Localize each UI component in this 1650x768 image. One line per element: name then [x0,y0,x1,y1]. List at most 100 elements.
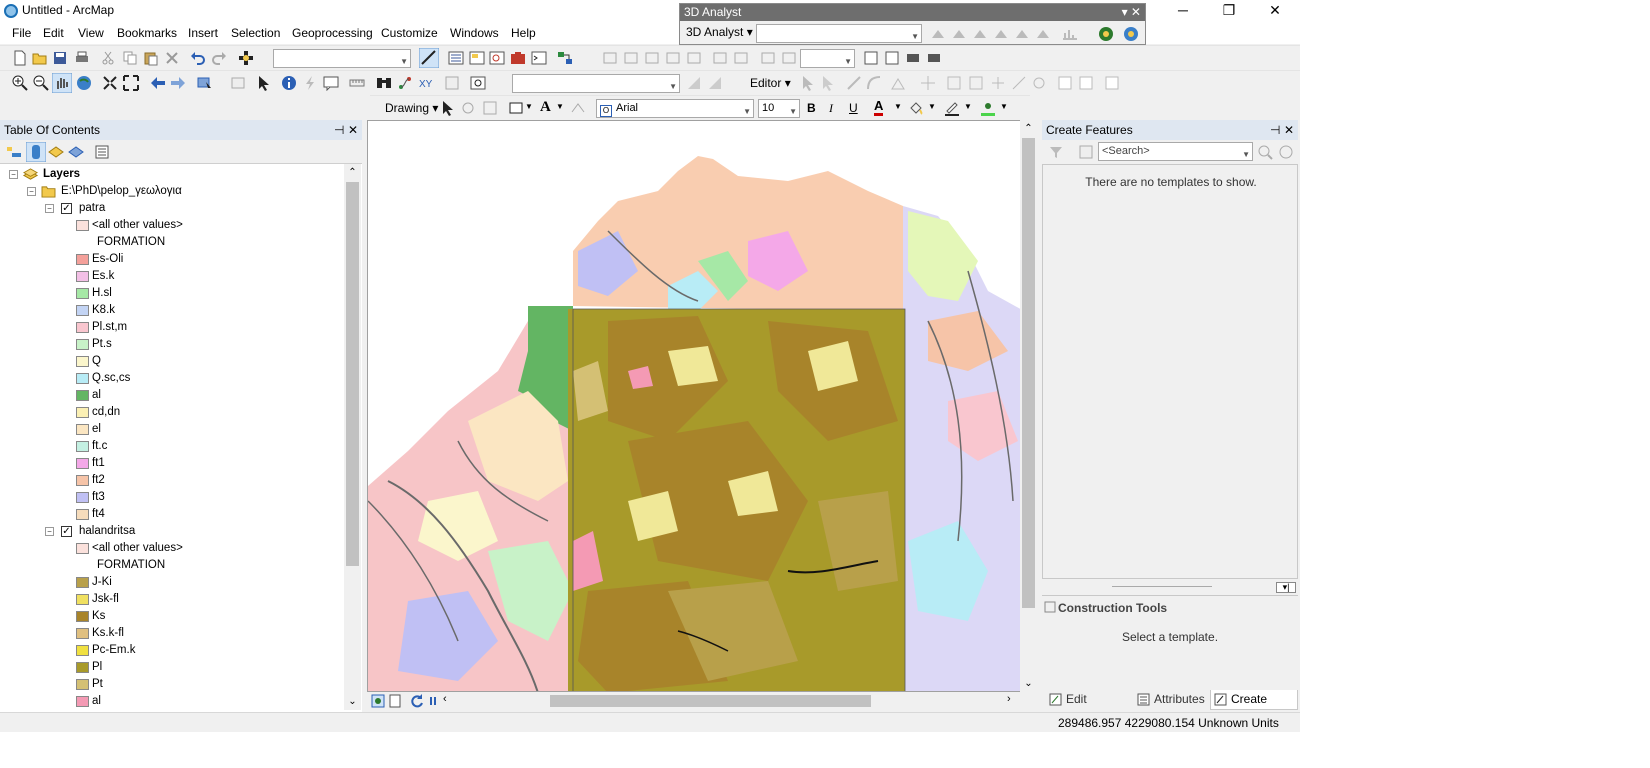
menu-customize[interactable]: Customize [381,26,438,40]
marker-color-icon[interactable] [980,100,996,116]
map-scale-combo[interactable]: ▼ [273,49,411,68]
rotate-icon[interactable] [1031,75,1047,91]
measure-icon[interactable] [349,75,365,91]
3d-tool-icon-6[interactable] [1035,26,1051,42]
trace-icon[interactable] [890,75,906,91]
legend-class-row[interactable]: cd,dn [0,404,344,421]
layout-icon-5[interactable] [863,50,879,66]
maximize-button[interactable]: ❐ [1206,0,1252,22]
minimize-button[interactable]: ─ [1160,0,1206,22]
toc-close-icon[interactable]: ✕ [348,120,358,140]
refresh-icon[interactable] [409,693,425,709]
toc-window-icon[interactable] [448,50,464,66]
layer-row-patra[interactable]: − ✓ patra [0,200,344,217]
other-values-row[interactable]: <all other values> [0,540,344,557]
pan-icon[interactable] [52,73,72,93]
create-features-pin-icon[interactable]: ⊣ [1270,120,1280,140]
model-builder-icon[interactable] [557,50,573,66]
endpoint-arc-icon[interactable] [866,75,882,91]
menu-windows[interactable]: Windows [450,26,499,40]
straight-segment-icon[interactable] [846,75,862,91]
full-extent-icon[interactable] [76,75,92,91]
forward-extent-icon[interactable] [170,75,186,91]
bold-button[interactable]: B [807,101,816,115]
paste-icon[interactable] [143,50,159,66]
split-icon[interactable] [990,75,1006,91]
search-icon[interactable] [1257,144,1273,160]
draw-select-arrow-icon[interactable] [440,100,456,116]
clear-search-icon[interactable] [1278,144,1294,160]
georef-icon-2[interactable] [623,50,639,66]
zoom-in-icon[interactable] [12,75,28,91]
edit-annotation-icon[interactable] [820,75,836,91]
data-view-icon[interactable] [370,693,386,709]
layers-root-row[interactable]: − Layers [0,166,344,183]
legend-class-row[interactable]: Q [0,353,344,370]
select-arrow-icon[interactable] [256,75,272,91]
fixed-zoom-out-icon[interactable] [123,75,139,91]
legend-class-row[interactable]: ft4 [0,506,344,523]
edit-vertices-draw-icon[interactable] [570,100,586,116]
reshape-icon[interactable] [946,75,962,91]
legend-class-row[interactable]: H.sl [0,285,344,302]
split-line-icon[interactable] [1011,75,1027,91]
find-icon[interactable] [376,75,392,91]
layout-icon-8[interactable] [926,50,942,66]
menu-file[interactable]: File [12,26,31,40]
italic-button[interactable]: I [829,101,833,116]
layer-row-halandritsa[interactable]: − ✓ halandritsa [0,523,344,540]
splitter-handle[interactable] [1112,586,1212,588]
collapse-layers-icon[interactable]: − [9,170,18,179]
select-features-icon[interactable] [197,75,213,91]
toc-scroll-down-icon[interactable]: ⌄ [344,693,361,710]
sketch-properties-icon[interactable] [1078,75,1094,91]
menu-edit[interactable]: Edit [43,26,64,40]
delete-icon[interactable] [164,50,180,66]
map-vertical-scrollbar[interactable]: ⌃ ⌄ [1020,120,1037,692]
legend-class-row[interactable]: ft3 [0,489,344,506]
template-properties-icon[interactable] [1078,144,1094,160]
zoom-whole-page-icon[interactable] [482,100,498,116]
cut-polygons-icon[interactable] [968,75,984,91]
layout-icon-3[interactable] [760,50,776,66]
legend-class-row[interactable]: Ks [0,608,344,625]
toc-vertical-scrollbar[interactable]: ⌃ ⌄ [344,164,361,710]
3d-analyst-close-icon[interactable]: ▾ ✕ [1122,4,1141,21]
layout-icon-2[interactable] [733,50,749,66]
legend-class-row[interactable]: Ks.k-fl [0,625,344,642]
search-window-icon[interactable] [489,50,505,66]
create-viewer-icon[interactable] [470,75,486,91]
catalog-window-icon[interactable] [469,50,485,66]
legend-class-row[interactable]: al [0,693,344,710]
rotate-element-icon[interactable] [460,100,476,116]
3d-tool-icon-3[interactable] [972,26,988,42]
zoom-out-icon[interactable] [33,75,49,91]
3d-tool-icon-5[interactable] [1014,26,1030,42]
menu-view[interactable]: View [78,26,104,40]
3d-analyst-header[interactable]: 3D Analyst ▾ ✕ [680,4,1145,21]
map-vscroll-thumb[interactable] [1022,138,1035,608]
print-icon[interactable] [74,50,90,66]
copy-icon[interactable] [122,50,138,66]
undo-icon[interactable] [190,50,206,66]
new-icon[interactable] [12,50,28,66]
organize-templates-icon[interactable] [1048,144,1064,160]
menu-geoprocessing[interactable]: Geoprocessing [292,26,373,40]
editor-toolbar-icon[interactable] [419,48,439,68]
tab-attributes[interactable]: Attributes [1134,690,1210,710]
map-scroll-down-icon[interactable]: ⌄ [1020,675,1037,692]
legend-class-row[interactable]: el [0,421,344,438]
arctoolbox-icon[interactable] [510,50,526,66]
layout-icon-4[interactable] [781,50,797,66]
3d-analyst-dropdown[interactable]: 3D Analyst ▾ [686,25,753,39]
font-color-dropdown-icon[interactable]: ▼ [894,102,902,111]
layout-icon-6[interactable] [884,50,900,66]
templates-list[interactable]: There are no templates to show. [1042,164,1298,579]
zoom-percent-combo[interactable]: ▼ [800,49,855,68]
drawing-menu[interactable]: Drawing ▾ [385,101,438,115]
georef-icon-4[interactable] [665,50,681,66]
map-view[interactable] [367,120,1023,692]
goto-xy-icon[interactable]: XY [418,75,434,91]
layout-icon-7[interactable] [905,50,921,66]
fixed-zoom-in-icon[interactable] [102,75,118,91]
